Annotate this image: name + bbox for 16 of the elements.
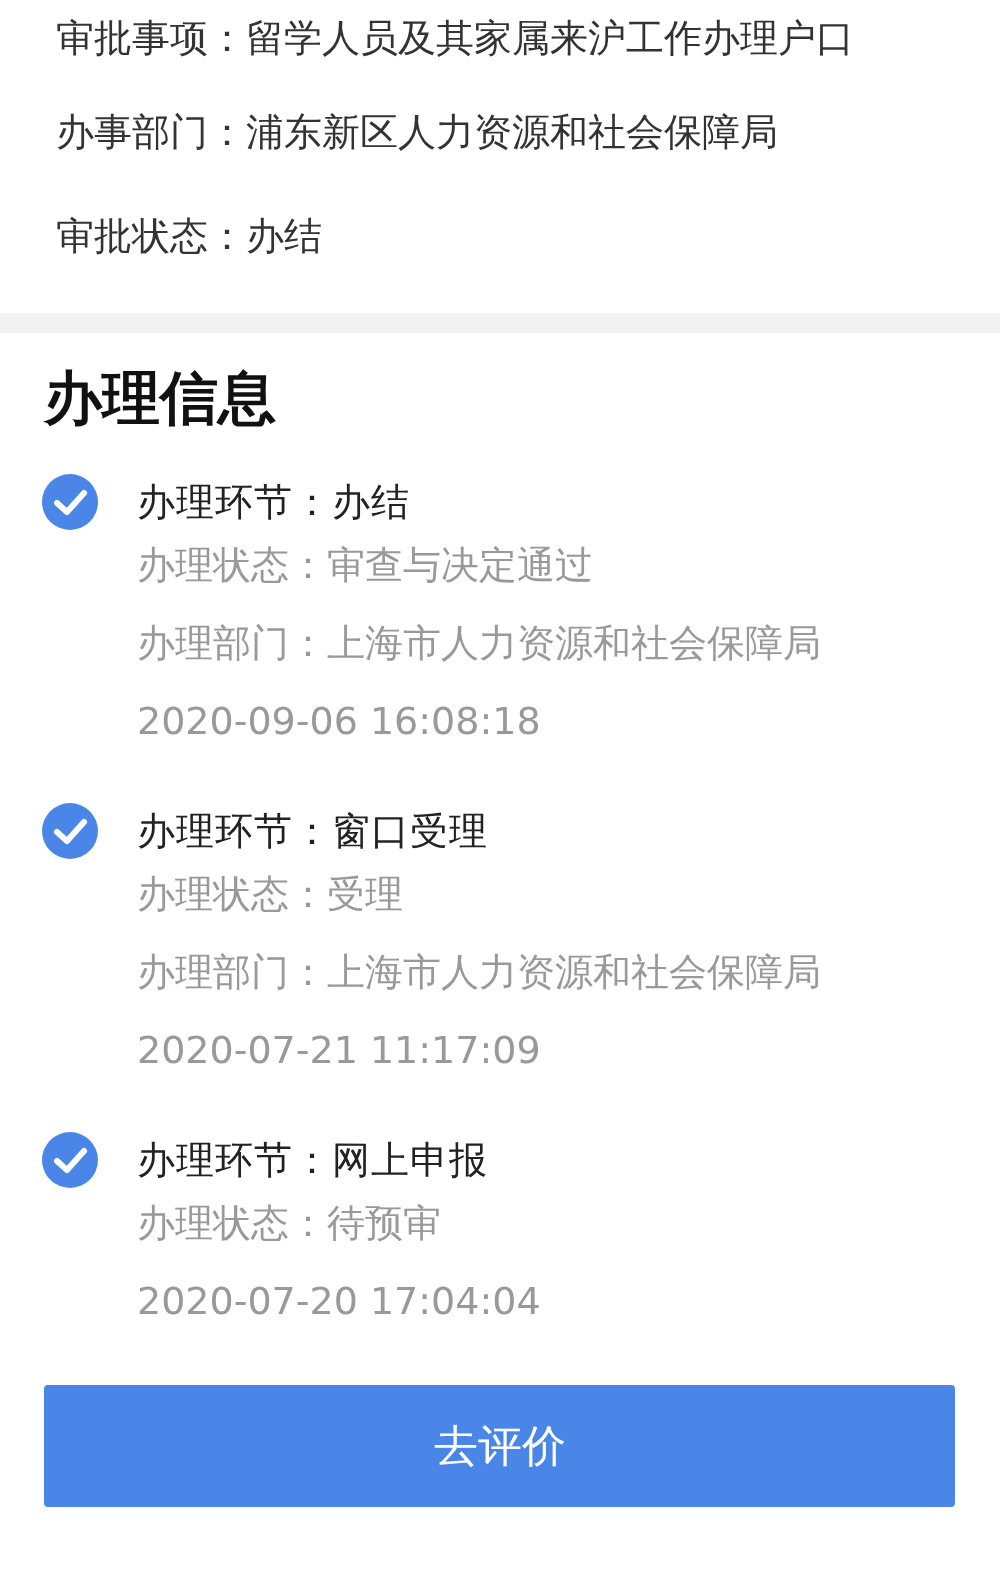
section-title: 办理信息: [44, 363, 277, 433]
step-title: 办理环节：网上申报: [137, 1137, 489, 1184]
rate-button[interactable]: 去评价: [44, 1385, 955, 1507]
info-line: 审批状态：办结: [56, 213, 323, 260]
step-detail: 办理部门：上海市人力资源和社会保障局: [137, 949, 821, 996]
step-detail: 办理状态：受理: [137, 871, 404, 918]
step-title: 办理环节：窗口受理: [137, 808, 489, 855]
step-time: 2020-07-20 17:04:04: [137, 1278, 541, 1325]
step-detail: 办理状态：审查与决定通过: [137, 542, 594, 589]
step-time: 2020-09-06 16:08:18: [137, 698, 542, 745]
step-time: 2020-07-21 11:17:09: [137, 1027, 542, 1074]
info-line: 办事部门：浦东新区人力资源和社会保障局: [56, 109, 779, 156]
step-detail: 办理状态：待预审: [137, 1200, 442, 1247]
step-title: 办理环节：办结: [137, 479, 411, 526]
step-detail: 办理部门：上海市人力资源和社会保障局: [137, 620, 821, 667]
info-line: 审批事项：留学人员及其家属来沪工作办理户口: [56, 15, 855, 62]
